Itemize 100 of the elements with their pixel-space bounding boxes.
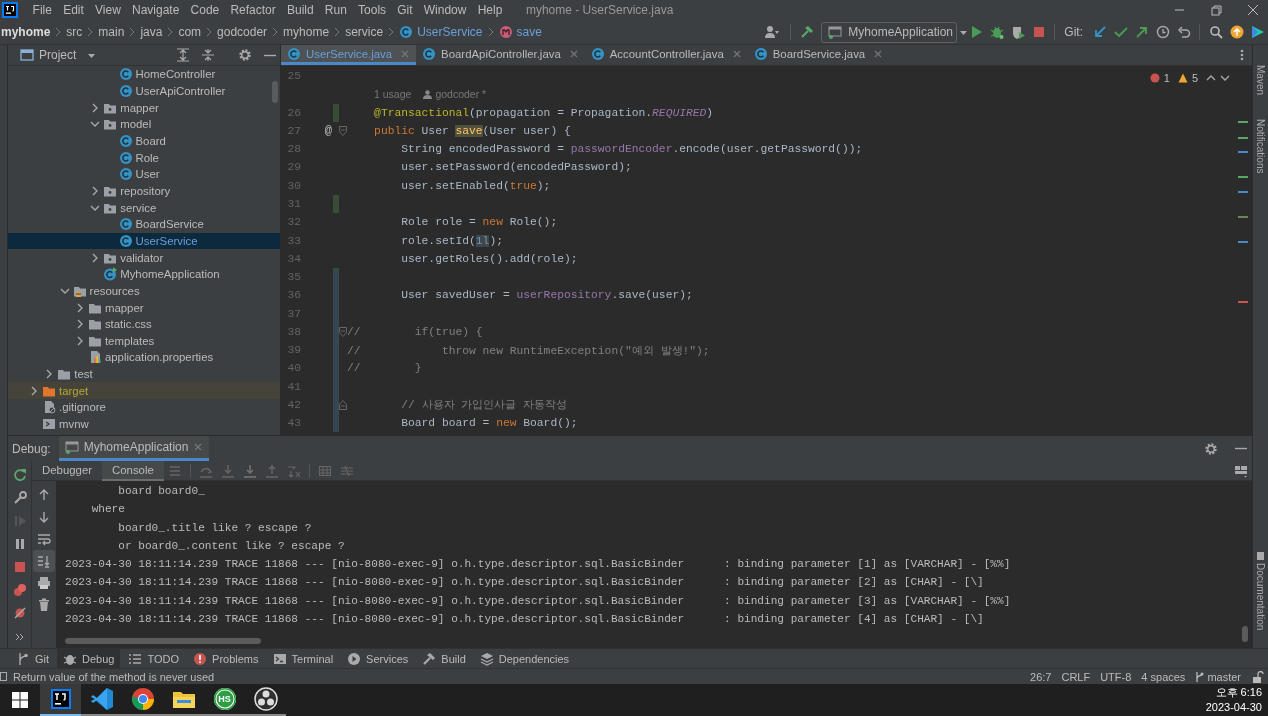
status-item[interactable]: master [1190, 668, 1246, 685]
breadcrumb-item[interactable]: com [177, 22, 203, 42]
breadcrumb-item[interactable]: src [65, 22, 84, 42]
tree-item[interactable]: mapper [8, 99, 280, 116]
tree-item[interactable]: UserService [8, 232, 280, 250]
editor-tab[interactable]: AccountController.java [584, 45, 748, 65]
menu-item[interactable]: Navigate [126, 0, 185, 20]
tool-window-tab[interactable]: Git [10, 648, 56, 669]
status-item[interactable]: 26:7 [1025, 668, 1057, 685]
close-icon[interactable] [568, 48, 579, 59]
tool-window-button[interactable]: Notifications [1255, 119, 1266, 174]
editor-tab[interactable]: BoardApiController.java [416, 45, 585, 65]
tool-window-button[interactable]: Maven [1255, 65, 1266, 95]
warning-count[interactable]: 5 [1191, 72, 1198, 84]
tool-window-tab[interactable]: Debug [57, 648, 121, 669]
tool-window-button[interactable]: Documentation [1255, 562, 1266, 630]
chevron-right-icon[interactable] [29, 385, 39, 396]
editor-tab[interactable]: UserService.java [281, 45, 417, 65]
tree-item[interactable]: User [8, 165, 280, 183]
tree-item[interactable]: templates [8, 332, 280, 350]
tree-item[interactable]: .gitignore [8, 399, 280, 416]
menu-item[interactable]: Help [472, 0, 508, 20]
breadcrumb-item[interactable]: java [139, 22, 164, 42]
chevron-down-icon[interactable] [1220, 73, 1230, 83]
gutter-marker[interactable]: @ [303, 123, 333, 138]
tool-window-tab[interactable]: Dependencies [473, 648, 576, 669]
lock-icon[interactable] [1252, 670, 1264, 683]
status-item[interactable]: UTF-8 [1095, 668, 1137, 685]
tool-window-tab[interactable]: Services [341, 648, 415, 669]
scroll-to-end-button[interactable] [33, 550, 55, 572]
menu-item[interactable]: Tools [352, 0, 392, 20]
menu-item[interactable]: Build [281, 0, 320, 20]
tree-item[interactable]: static.css [8, 315, 280, 333]
tool-window-tab[interactable]: Problems [187, 648, 265, 669]
breadcrumb-item[interactable]: myhome [282, 22, 331, 42]
menu-item[interactable]: Run [319, 0, 353, 20]
tool-window-tab[interactable]: Terminal [266, 648, 340, 669]
breadcrumb-item[interactable]: godcoder [216, 22, 269, 42]
menu-item[interactable]: View [89, 0, 127, 20]
tree-item[interactable]: application.properties [8, 349, 280, 366]
breadcrumb-item[interactable]: save [497, 22, 543, 42]
session-tab[interactable]: MyhomeApplication [58, 436, 210, 461]
scrollbar[interactable] [272, 81, 278, 103]
taskbar-app[interactable] [40, 684, 81, 716]
fold-icon[interactable] [339, 326, 347, 337]
tree-item[interactable]: resources [8, 282, 280, 300]
tree-item[interactable]: MyhomeApplication [8, 265, 280, 283]
tree-item[interactable]: repository [8, 182, 280, 200]
tool-window-tab[interactable]: TODO [122, 648, 186, 669]
tree-item[interactable]: Role [8, 149, 280, 166]
editor-tab[interactable]: BoardService.java [747, 45, 890, 65]
chevron-icon [206, 27, 213, 37]
error-count[interactable]: 1 [1163, 72, 1170, 84]
tree-item[interactable]: target [8, 382, 280, 400]
usage-hint[interactable]: 1 usage [374, 88, 412, 101]
panel-title[interactable]: Project [39, 48, 77, 62]
menu-item[interactable]: Code [184, 0, 225, 20]
line-number: 30 [286, 179, 302, 192]
status-item[interactable]: CRLF [1056, 668, 1096, 685]
settings-icon [238, 48, 252, 62]
panel-tab[interactable]: Console [102, 460, 164, 481]
breadcrumb-item[interactable]: UserService [398, 22, 484, 42]
author-hint[interactable]: godcoder * [435, 88, 487, 101]
window-icon [828, 25, 843, 39]
code-line: user.setEnabled(true); [400, 178, 552, 194]
close-icon[interactable] [193, 442, 204, 452]
clock-time[interactable]: 오후 6:16 [1215, 685, 1262, 700]
tree-item[interactable]: mapper [8, 299, 280, 316]
taskbar-app[interactable] [245, 684, 286, 716]
menu-item[interactable]: Git [391, 0, 419, 20]
tree-item[interactable]: service [8, 199, 280, 216]
clock-date[interactable]: 2023-04-30 [1205, 700, 1262, 715]
taskbar-app[interactable]: HS [204, 684, 245, 716]
tree-item[interactable]: model [8, 115, 280, 133]
tree-item[interactable]: Board [8, 132, 280, 150]
line-number: 34 [286, 252, 302, 265]
menu-item[interactable]: Edit [57, 0, 90, 20]
fold-icon[interactable] [339, 125, 347, 136]
close-icon[interactable] [731, 48, 742, 59]
tree-item[interactable]: validator [8, 249, 280, 266]
vertical-scrollbar[interactable] [1242, 626, 1248, 642]
menu-item[interactable]: File [27, 0, 58, 20]
fold-icon[interactable] [339, 399, 347, 410]
breadcrumb-item[interactable]: service [344, 22, 385, 42]
panel-tab[interactable]: Debugger [32, 460, 103, 481]
breadcrumb-item[interactable]: myhome [0, 22, 52, 42]
status-item[interactable]: 4 spaces [1136, 668, 1191, 685]
trace-icon [339, 463, 354, 478]
menu-item[interactable]: Window [418, 0, 473, 20]
chevron-up-icon[interactable] [1206, 73, 1216, 83]
tree-item[interactable]: mvnw [8, 415, 280, 433]
tree-item[interactable]: UserApiController [8, 82, 280, 100]
close-icon[interactable] [873, 48, 884, 59]
tool-window-tab[interactable]: Build [416, 648, 472, 669]
menu-item[interactable]: Refactor [224, 0, 282, 20]
horizontal-scrollbar[interactable] [65, 638, 261, 644]
tree-item[interactable]: HomeController [8, 66, 280, 83]
tree-item[interactable]: test [8, 365, 280, 383]
breadcrumb-item[interactable]: main [97, 22, 126, 42]
tree-item[interactable]: BoardService [8, 215, 280, 233]
